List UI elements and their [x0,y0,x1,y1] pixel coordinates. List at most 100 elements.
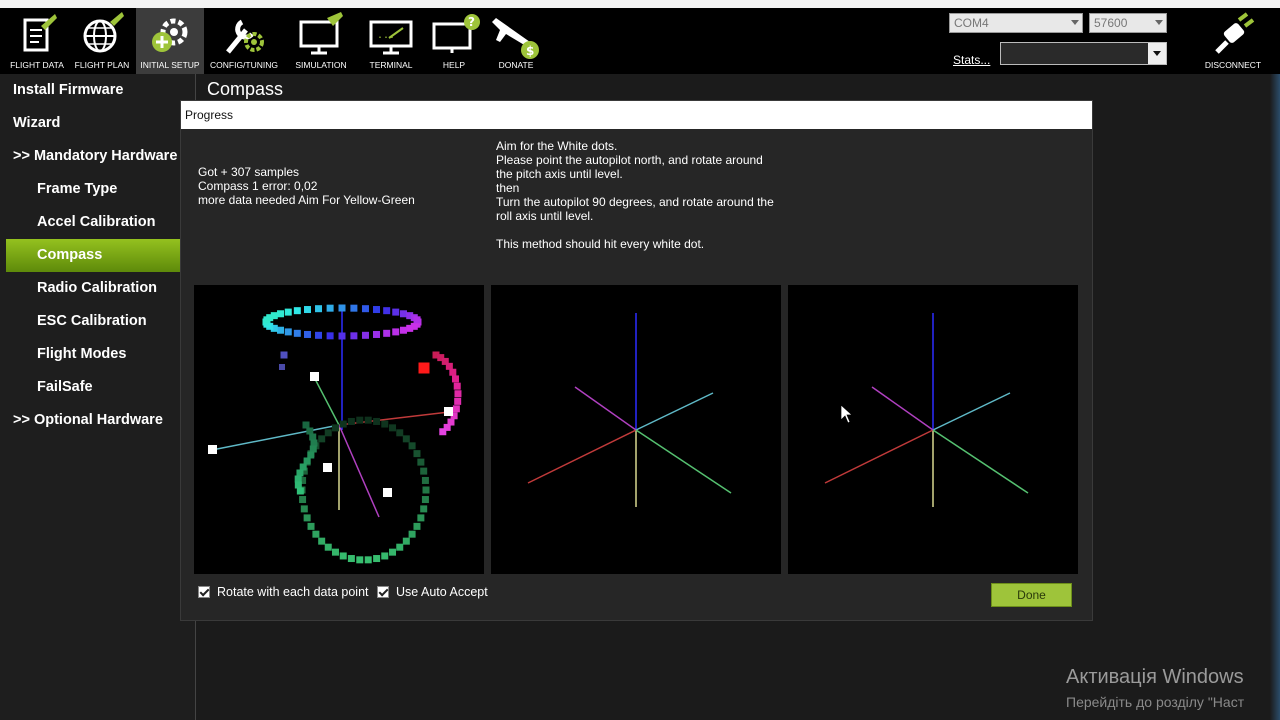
sample-point [364,556,372,564]
sample-point [339,552,347,560]
sample-point [347,555,355,563]
sidebar-item-wizard[interactable]: Wizard [0,107,193,140]
compass-axis-view-1[interactable] [491,285,781,574]
checkbox-checked-icon [377,586,389,598]
sample-point [296,487,304,495]
toolbar-config-tuning[interactable]: CONFIG/TUNING [206,8,282,74]
sample-point [315,331,323,339]
compass-sample-view[interactable] [194,285,484,574]
window-top-strip [0,0,1280,8]
done-button[interactable]: Done [991,583,1072,607]
windows-activation-subtext: Перейдіть до розділу "Наст [1066,694,1245,710]
sidebar-item-install-firmware[interactable]: Install Firmware [0,74,193,107]
sample-point [392,308,400,316]
sample-point [338,304,346,312]
sidebar-item-compass[interactable]: Compass [6,239,180,272]
dialog-titlebar[interactable]: Progress [181,101,1092,129]
plug-icon [1215,12,1255,54]
sample-point [294,481,302,489]
toolbar-flight-data[interactable]: FLIGHT DATA [6,8,68,74]
sample-point [293,329,301,337]
sample-point [361,331,369,339]
sample-point [307,522,315,530]
sample-point [399,326,407,334]
toolbar-donate[interactable]: $ DONATE [488,8,544,74]
sample-point [420,505,428,513]
sample-point [417,458,425,466]
sample-point [284,328,292,336]
sample-arc-red [418,351,462,436]
baud-rate-select[interactable]: 57600 [1089,13,1167,33]
sample-point [402,435,410,443]
sample-point [310,439,318,447]
clipboard-icon [23,14,57,52]
sample-point [284,308,292,316]
sample-point [413,316,421,324]
com-port-select[interactable]: COM4 [949,13,1083,33]
sample-sphere-graphic [208,304,462,564]
sample-point [331,424,339,432]
compass-axis-view-2[interactable] [788,285,1078,574]
sample-point [307,451,315,459]
target-dot [323,463,332,472]
sample-point [300,505,308,513]
sidebar-item-optional-hardware[interactable]: >> Optional Hardware [0,404,193,437]
sample-point [326,304,334,312]
sample-point [306,427,314,435]
sample-point [309,433,317,441]
sample-point [364,416,372,424]
sample-point [408,530,416,538]
toolbar-help[interactable]: ? HELP [424,8,484,74]
target-dot [383,488,392,497]
sample-point [350,304,358,312]
sample-point [299,496,307,504]
sample-point [315,305,323,313]
setup-sidebar: Install Firmware Wizard >> Mandatory Har… [0,74,195,720]
sample-point [324,543,332,551]
mav-select[interactable] [1000,42,1167,65]
help-monitor-icon: ? [432,14,480,53]
sample-point [324,429,332,437]
sample-point [421,496,429,504]
sample-point [312,530,320,538]
dialog-title: Progress [185,108,234,122]
sample-loop [294,416,430,564]
sample-point [422,486,430,494]
sidebar-item-mandatory-hardware[interactable]: >> Mandatory Hardware [0,140,193,173]
sample-point [413,522,421,530]
sample-point [302,421,310,429]
target-dot [310,372,319,381]
globe-icon [83,12,124,53]
sample-point [339,420,347,428]
checkbox-checked-icon [198,586,210,598]
stats-link[interactable]: Stats... [953,53,990,67]
sample-point [452,405,460,413]
sample-point [296,469,304,477]
sample-point [293,307,301,315]
sample-point [270,312,278,320]
toolbar-flight-plan[interactable]: FLIGHT PLAN [70,8,134,74]
toolbar-disconnect[interactable]: DISCONNECT [1200,8,1266,74]
sample-point [326,332,334,340]
sample-point [279,364,285,370]
sample-point [389,424,397,432]
toolbar-simulation[interactable]: SIMULATION [286,8,356,74]
svg-text:$: $ [526,44,534,58]
sample-point [381,420,389,428]
chevron-down-icon [1155,20,1163,25]
toolbar-initial-setup[interactable]: INITIAL SETUP [136,8,204,74]
sample-point [294,475,302,483]
toolbar-terminal[interactable]: ... TERMINAL [360,8,422,74]
sample-point [454,397,462,405]
sample-point [413,450,421,458]
sample-point [277,326,285,334]
sample-point [303,457,311,465]
sample-point [280,351,288,359]
sample-point [418,362,430,374]
sample-point [389,548,397,556]
sample-point [383,307,391,315]
sample-point [421,476,429,484]
target-dot [444,407,453,416]
monitor-plane-icon [299,12,343,55]
sample-point [392,328,400,336]
